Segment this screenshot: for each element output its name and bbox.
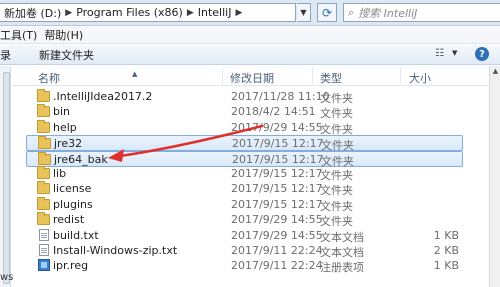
menu-bar: 工具(T) 帮助(H) — [0, 27, 500, 44]
file-name: bin — [53, 105, 71, 119]
file-row[interactable]: plugins 2017/9/15 12:17 文件夹 — [26, 196, 463, 213]
address-bar-row: 新加卷 (D:) ▶ Program Files (x86) ▶ Intelli… — [0, 0, 500, 26]
file-name: lib — [53, 167, 67, 180]
toolbar-truncated-button[interactable]: 录 — [0, 47, 17, 63]
column-divider[interactable] — [312, 68, 313, 84]
folder-icon — [37, 119, 50, 133]
breadcrumb-intellij[interactable]: IntelliJ — [196, 6, 234, 19]
file-modified-date: 2017/9/11 22:24 — [231, 259, 323, 273]
menu-tools[interactable]: 工具(T) — [0, 27, 44, 43]
address-history-dropdown-icon[interactable]: ▼ — [297, 3, 311, 22]
column-header-name[interactable]: 名称 — [38, 70, 60, 86]
file-name: help — [53, 120, 77, 134]
file-modified-date: 2017/11/28 11:10 — [231, 90, 330, 103]
folder-icon — [37, 196, 50, 210]
file-modified-date: 2017/9/11 22:24 — [231, 244, 323, 257]
file-row[interactable]: license 2017/9/15 12:17 文件夹 — [26, 181, 463, 197]
folder-icon — [37, 181, 50, 195]
file-name: .IntelliJIdea2017.2 — [53, 90, 153, 103]
file-modified-date: 2017/9/15 12:17 — [232, 152, 324, 166]
file-modified-date: 2017/9/15 12:17 — [231, 167, 323, 180]
file-row[interactable]: .IntelliJIdea2017.2 2017/11/28 11:10 文件夹 — [26, 89, 463, 105]
file-row[interactable]: jre32 2017/9/15 12:17 文件夹 — [26, 135, 463, 152]
navigation-pane-scroll-thumb[interactable] — [3, 72, 10, 284]
file-name: Install-Windows-zip.txt — [53, 244, 178, 257]
file-name: ipr.reg — [53, 259, 89, 273]
file-modified-date: 2017/9/29 14:55 — [231, 120, 323, 134]
folder-icon — [37, 212, 50, 226]
folder-icon — [37, 104, 50, 118]
folder-icon — [37, 89, 50, 102]
breadcrumb-separator-icon[interactable]: ▶ — [185, 8, 196, 18]
file-name: redist — [53, 213, 85, 227]
file-row[interactable]: help 2017/9/29 14:55 文件夹 — [26, 119, 463, 136]
file-size: 1 KB — [433, 228, 459, 242]
sort-caret-icon: ▲ — [132, 70, 138, 78]
file-modified-date: 2017/9/29 14:55 — [231, 213, 323, 227]
refresh-icon[interactable]: ⟳ — [317, 3, 337, 22]
search-placeholder[interactable]: 搜索 IntelliJ — [358, 5, 417, 21]
file-name: plugins — [53, 197, 93, 211]
search-box[interactable]: ⌕ 搜索 IntelliJ — [343, 3, 500, 22]
file-name: license — [53, 182, 92, 196]
column-header-date[interactable]: 修改日期 — [230, 70, 274, 86]
file-row[interactable]: build.txt 2017/9/29 14:55 文本文档 1 KB — [26, 228, 463, 244]
column-header-bar: ▲ 名称 修改日期 类型 大小 — [12, 66, 488, 86]
file-row[interactable]: lib 2017/9/15 12:17 文件夹 — [26, 166, 463, 182]
text-file-icon — [39, 244, 49, 256]
breadcrumb-program-files[interactable]: Program Files (x86) — [74, 6, 185, 19]
menu-help[interactable]: 帮助(H) — [44, 27, 90, 43]
column-divider[interactable] — [400, 68, 401, 84]
folder-icon — [38, 151, 51, 165]
breadcrumb-separator-icon[interactable]: ▶ — [63, 8, 74, 18]
new-folder-button[interactable]: 新建文件夹 — [39, 47, 100, 63]
file-modified-date: 2017/9/29 14:55 — [231, 228, 323, 242]
file-size: 2 KB — [433, 244, 459, 257]
text-file-icon — [39, 228, 49, 241]
file-type: 注册表项 — [320, 261, 364, 275]
file-row[interactable]: Install-Windows-zip.txt 2017/9/11 22:24 文本… — [26, 243, 463, 259]
file-row[interactable]: redist 2017/9/29 14:55 文件夹 — [26, 212, 463, 228]
file-name: jre32 — [54, 137, 83, 151]
navigation-pane-fragment: ws — [0, 272, 14, 283]
breadcrumb-drive[interactable]: 新加卷 (D:) — [2, 5, 63, 21]
view-options-icon[interactable]: ☷ — [435, 48, 444, 59]
column-header-size[interactable]: 大小 — [409, 70, 431, 86]
file-row[interactable]: bin 2018/4/2 14:51 文件夹 — [26, 104, 463, 120]
file-modified-date: 2017/9/15 12:17 — [231, 182, 323, 196]
view-dropdown-icon[interactable]: ▼ — [452, 49, 457, 57]
help-icon[interactable]: ? — [475, 47, 489, 61]
folder-icon — [38, 136, 51, 150]
file-modified-date: 2017/9/15 12:17 — [232, 137, 324, 151]
breadcrumb-separator-icon[interactable]: ▶ — [233, 8, 244, 18]
column-header-type[interactable]: 类型 — [320, 70, 342, 86]
command-bar: 录 新建文件夹 ☷ ▼ ? — [0, 45, 500, 65]
file-row[interactable]: ipr.reg 2017/9/11 22:24 注册表项 1 KB — [26, 258, 463, 274]
file-modified-date: 2017/9/15 12:17 — [231, 197, 323, 211]
file-modified-date: 2018/4/2 14:51 — [231, 105, 316, 119]
file-list-scrollbar[interactable]: ▲ — [489, 66, 500, 287]
scroll-up-icon[interactable]: ▲ — [491, 67, 500, 76]
registry-file-icon — [38, 259, 50, 272]
file-row[interactable]: jre64_bak 2017/9/15 12:17 文件夹 — [26, 150, 463, 168]
file-name: jre64_bak — [54, 152, 108, 166]
search-icon: ⌕ — [348, 5, 355, 19]
file-size: 1 KB — [433, 259, 459, 273]
address-bar[interactable]: 新加卷 (D:) ▶ Program Files (x86) ▶ Intelli… — [0, 3, 296, 22]
folder-icon — [37, 166, 50, 179]
file-name: build.txt — [53, 228, 99, 242]
column-divider[interactable] — [222, 68, 223, 84]
